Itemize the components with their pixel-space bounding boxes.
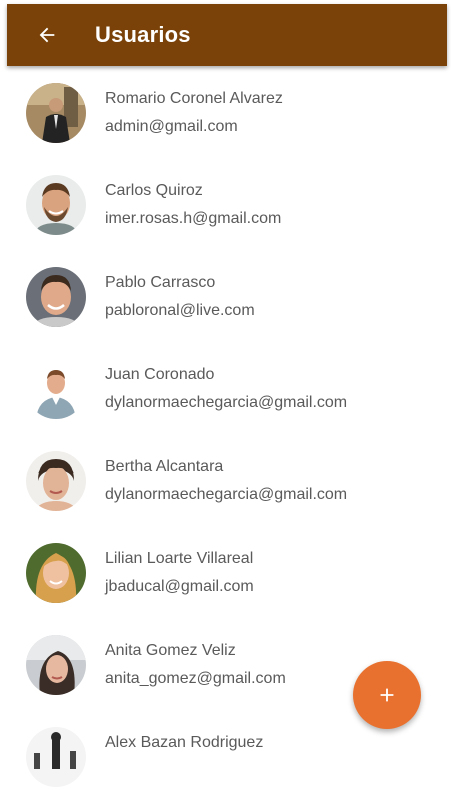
avatar	[26, 83, 86, 143]
list-item[interactable]: Lilian Loarte Villareal jbaducal@gmail.c…	[7, 526, 447, 618]
avatar	[26, 543, 86, 603]
add-user-button[interactable]	[353, 661, 421, 729]
user-email: dylanormaechegarcia@gmail.com	[105, 486, 348, 503]
user-name: Juan Coronado	[105, 366, 215, 383]
page-title: Usuarios	[95, 22, 191, 47]
user-email: anita_gomez@gmail.com	[105, 670, 286, 687]
user-email: dylanormaechegarcia@gmail.com	[105, 394, 348, 411]
list-item[interactable]: Juan Coronado dylanormaechegarcia@gmail.…	[7, 342, 447, 434]
list-item[interactable]: Carlos Quiroz imer.rosas.h@gmail.com	[7, 158, 447, 250]
list-item[interactable]: Romario Coronel Alvarez admin@gmail.com	[7, 66, 447, 158]
list-item[interactable]: Bertha Alcantara dylanormaechegarcia@gma…	[7, 434, 447, 526]
arrow-left-icon	[39, 27, 55, 43]
app-bar: Usuarios	[7, 4, 447, 66]
avatar	[26, 635, 86, 695]
user-name: Carlos Quiroz	[105, 182, 203, 199]
avatar	[26, 451, 86, 511]
user-email: admin@gmail.com	[105, 118, 238, 135]
avatar	[26, 727, 86, 787]
avatar	[26, 359, 86, 419]
avatar	[26, 267, 86, 327]
user-name: Anita Gomez Veliz	[105, 642, 236, 659]
user-email: pabloronal@live.com	[105, 302, 255, 319]
user-name: Alex Bazan Rodriguez	[105, 734, 264, 751]
plus-icon	[380, 688, 394, 702]
user-email: imer.rosas.h@gmail.com	[105, 210, 282, 227]
user-name: Pablo Carrasco	[105, 274, 216, 291]
user-name: Bertha Alcantara	[105, 458, 224, 475]
user-email: jbaducal@gmail.com	[105, 578, 254, 595]
list-item[interactable]: Pablo Carrasco pabloronal@live.com	[7, 250, 447, 342]
user-name: Lilian Loarte Villareal	[105, 550, 254, 567]
back-button[interactable]	[27, 15, 67, 55]
avatar	[26, 175, 86, 235]
user-name: Romario Coronel Alvarez	[105, 90, 283, 107]
